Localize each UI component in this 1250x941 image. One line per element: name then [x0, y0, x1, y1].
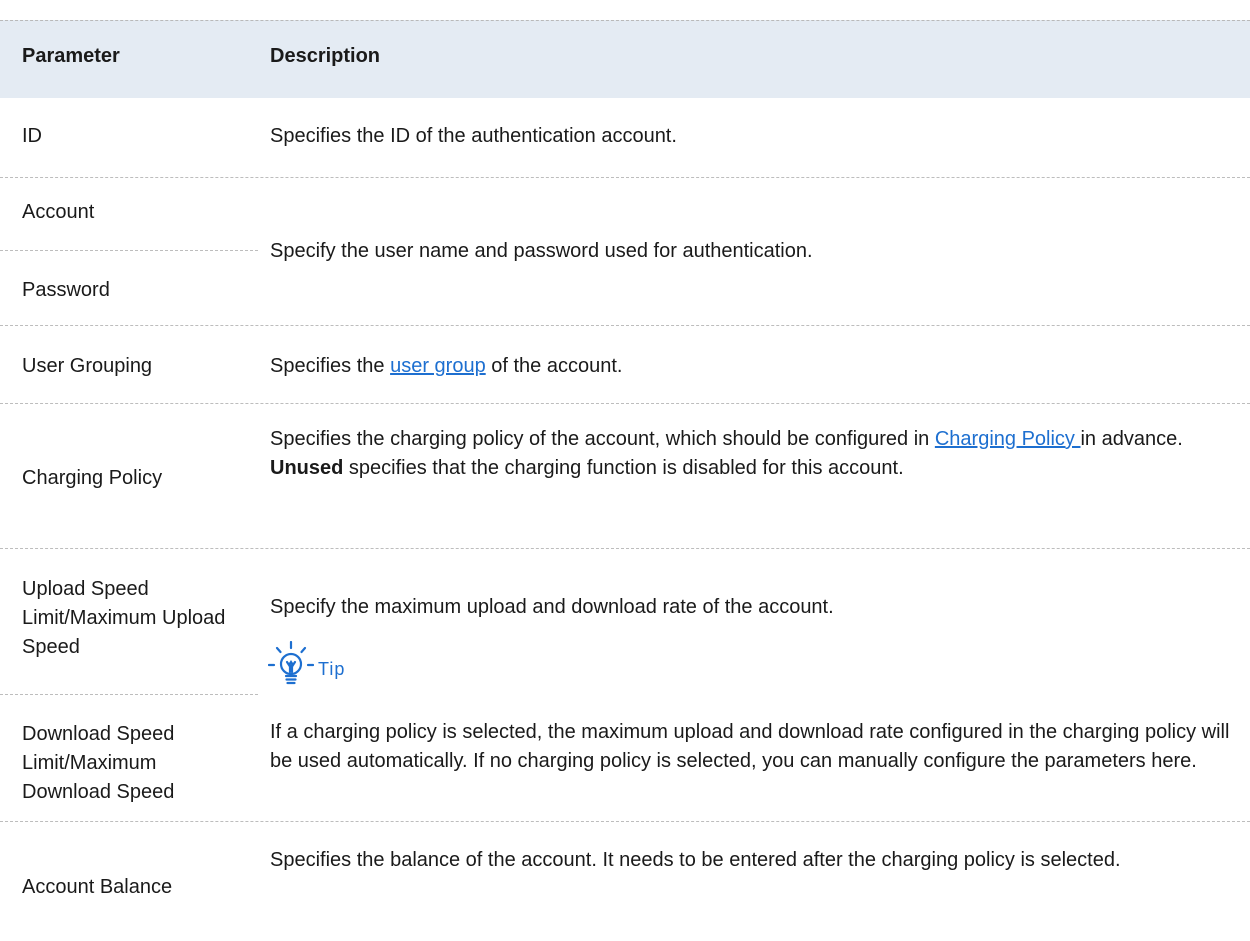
charging-policy-link[interactable]: Charging Policy — [935, 428, 1081, 450]
tip-label: Tip — [318, 659, 346, 679]
row-speed-desc: Specify the maximum upload and download … — [270, 596, 834, 618]
row-id-desc: Specifies the ID of the authentication a… — [270, 125, 677, 147]
row-user-grouping-param: User Grouping — [22, 355, 153, 377]
row-divider — [0, 403, 1250, 404]
row-divider — [0, 821, 1250, 822]
row-upload-speed-param: Upload Speed Limit/Maximum Upload Speed — [22, 578, 226, 658]
row-divider — [0, 325, 1250, 326]
row-id-param: ID — [22, 125, 42, 147]
row-account-balance-desc: Specifies the balance of the account. It… — [270, 849, 1121, 871]
tip-text: If a charging policy is selected, the ma… — [270, 721, 1230, 772]
table-header: Parameter Description — [0, 20, 1250, 98]
unused-term: Unused — [270, 457, 344, 479]
header-parameter: Parameter — [22, 45, 120, 67]
user-group-link[interactable]: user group — [390, 355, 486, 377]
desc-text: in advance. — [1080, 428, 1183, 450]
row-subdivider — [0, 694, 258, 695]
desc-text: of the account. — [485, 355, 623, 377]
row-account-balance-param: Account Balance — [22, 876, 173, 898]
lightbulb-icon — [268, 641, 314, 685]
row-download-speed-param: Download Speed Limit/Maximum Download Sp… — [22, 723, 175, 803]
row-divider — [0, 177, 1250, 178]
row-subdivider — [0, 250, 258, 251]
desc-text: Specifies the — [270, 355, 391, 377]
row-account-password-desc: Specify the user name and password used … — [270, 240, 813, 262]
row-account-param: Account — [22, 201, 95, 223]
desc-text: specifies that the charging function is … — [343, 457, 904, 479]
row-divider — [0, 548, 1250, 549]
row-user-grouping-desc: Specifies the user group of the account. — [270, 352, 622, 381]
row-password-param: Password — [22, 279, 110, 301]
header-description: Description — [270, 45, 381, 67]
row-charging-policy-param: Charging Policy — [22, 467, 163, 489]
row-charging-policy-desc: Specifies the charging policy of the acc… — [270, 425, 1230, 483]
desc-text: Specifies the charging policy of the acc… — [270, 428, 935, 450]
